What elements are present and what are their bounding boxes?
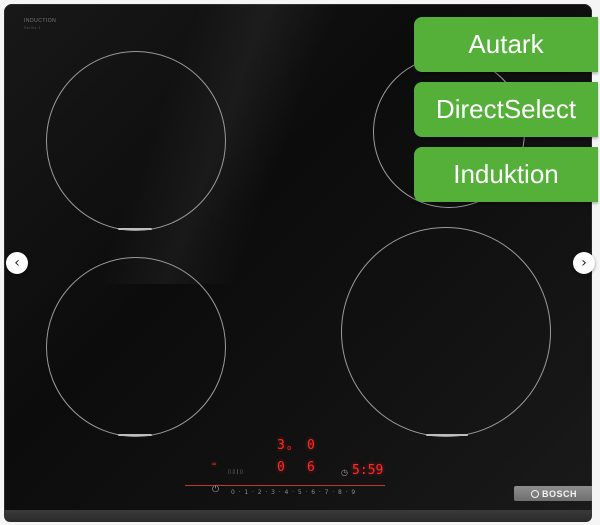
cooktop-frame-edge <box>4 510 592 522</box>
timer-icon[interactable]: ◷ <box>341 468 348 477</box>
power-scale-9[interactable]: 9 <box>351 489 355 496</box>
bosch-logo-text: BOSCH <box>541 488 577 499</box>
display-zone-bottom-left-level: 0 <box>277 460 285 475</box>
gallery-prev-button[interactable]: ‹ <box>6 252 28 274</box>
bosch-logo-icon <box>530 489 539 498</box>
chevron-left-icon: ‹ <box>14 255 20 271</box>
power-scale-0[interactable]: 0 <box>231 489 235 496</box>
zone-marker-bottom-left <box>118 434 152 436</box>
display-zone-top-left-level: 3 <box>277 438 285 453</box>
brand-top-label: INDUCTION Series 4 <box>24 18 56 30</box>
power-scale-2[interactable]: 2 <box>258 489 262 496</box>
feature-badge-directselect: DirectSelect <box>414 82 598 137</box>
brand-top-sub-text: Series 4 <box>24 26 41 30</box>
display-zone-bottom-right-level: 6 <box>307 460 315 475</box>
power-scale-8[interactable]: 8 <box>338 489 342 496</box>
power-scale-1[interactable]: 1 <box>244 489 248 496</box>
display-zone-top-left-indicator: o <box>287 444 292 452</box>
feature-badge-induktion: Induktion <box>414 147 598 202</box>
cooking-zone-bottom-right <box>341 227 551 437</box>
timer-display: 5:59 <box>352 463 384 478</box>
function-buttons-icon[interactable]: ▯ ▯ | ▯ <box>228 469 243 475</box>
induction-cooktop: INDUCTION Series 4 3 o 0 0 6 ≈ ▯ ▯ | ▯ ◷… <box>4 4 592 516</box>
power-scale-4[interactable]: 4 <box>285 489 289 496</box>
power-scale-3[interactable]: 3 <box>271 489 275 496</box>
cooking-zone-bottom-left <box>46 257 226 437</box>
brand-top-label-text: INDUCTION <box>24 18 57 24</box>
power-scale-7[interactable]: 7 <box>325 489 329 496</box>
zone-marker-bottom-right <box>426 434 468 436</box>
product-image-stage: INDUCTION Series 4 3 o 0 0 6 ≈ ▯ ▯ | ▯ ◷… <box>0 0 600 525</box>
power-scale-6[interactable]: 6 <box>311 489 315 496</box>
bosch-logo-plate: BOSCH <box>514 486 592 501</box>
gallery-next-button[interactable]: › <box>573 252 595 274</box>
power-icon[interactable]: ⏻ <box>212 485 219 495</box>
power-scale-5[interactable]: 5 <box>298 489 302 496</box>
zone-marker-top-left <box>118 228 152 230</box>
feature-badge-autark: Autark <box>414 17 598 72</box>
chevron-right-icon: › <box>581 255 587 271</box>
cooking-zone-top-left <box>46 51 226 231</box>
display-zone-top-right-level: 0 <box>307 438 315 453</box>
power-scale[interactable]: 0 · 1 · 2 · 3 · 4 · 5 · 6 · 7 · 8 · 9 <box>231 489 355 496</box>
power-level-indicator-icon[interactable]: ≈ <box>212 460 216 468</box>
